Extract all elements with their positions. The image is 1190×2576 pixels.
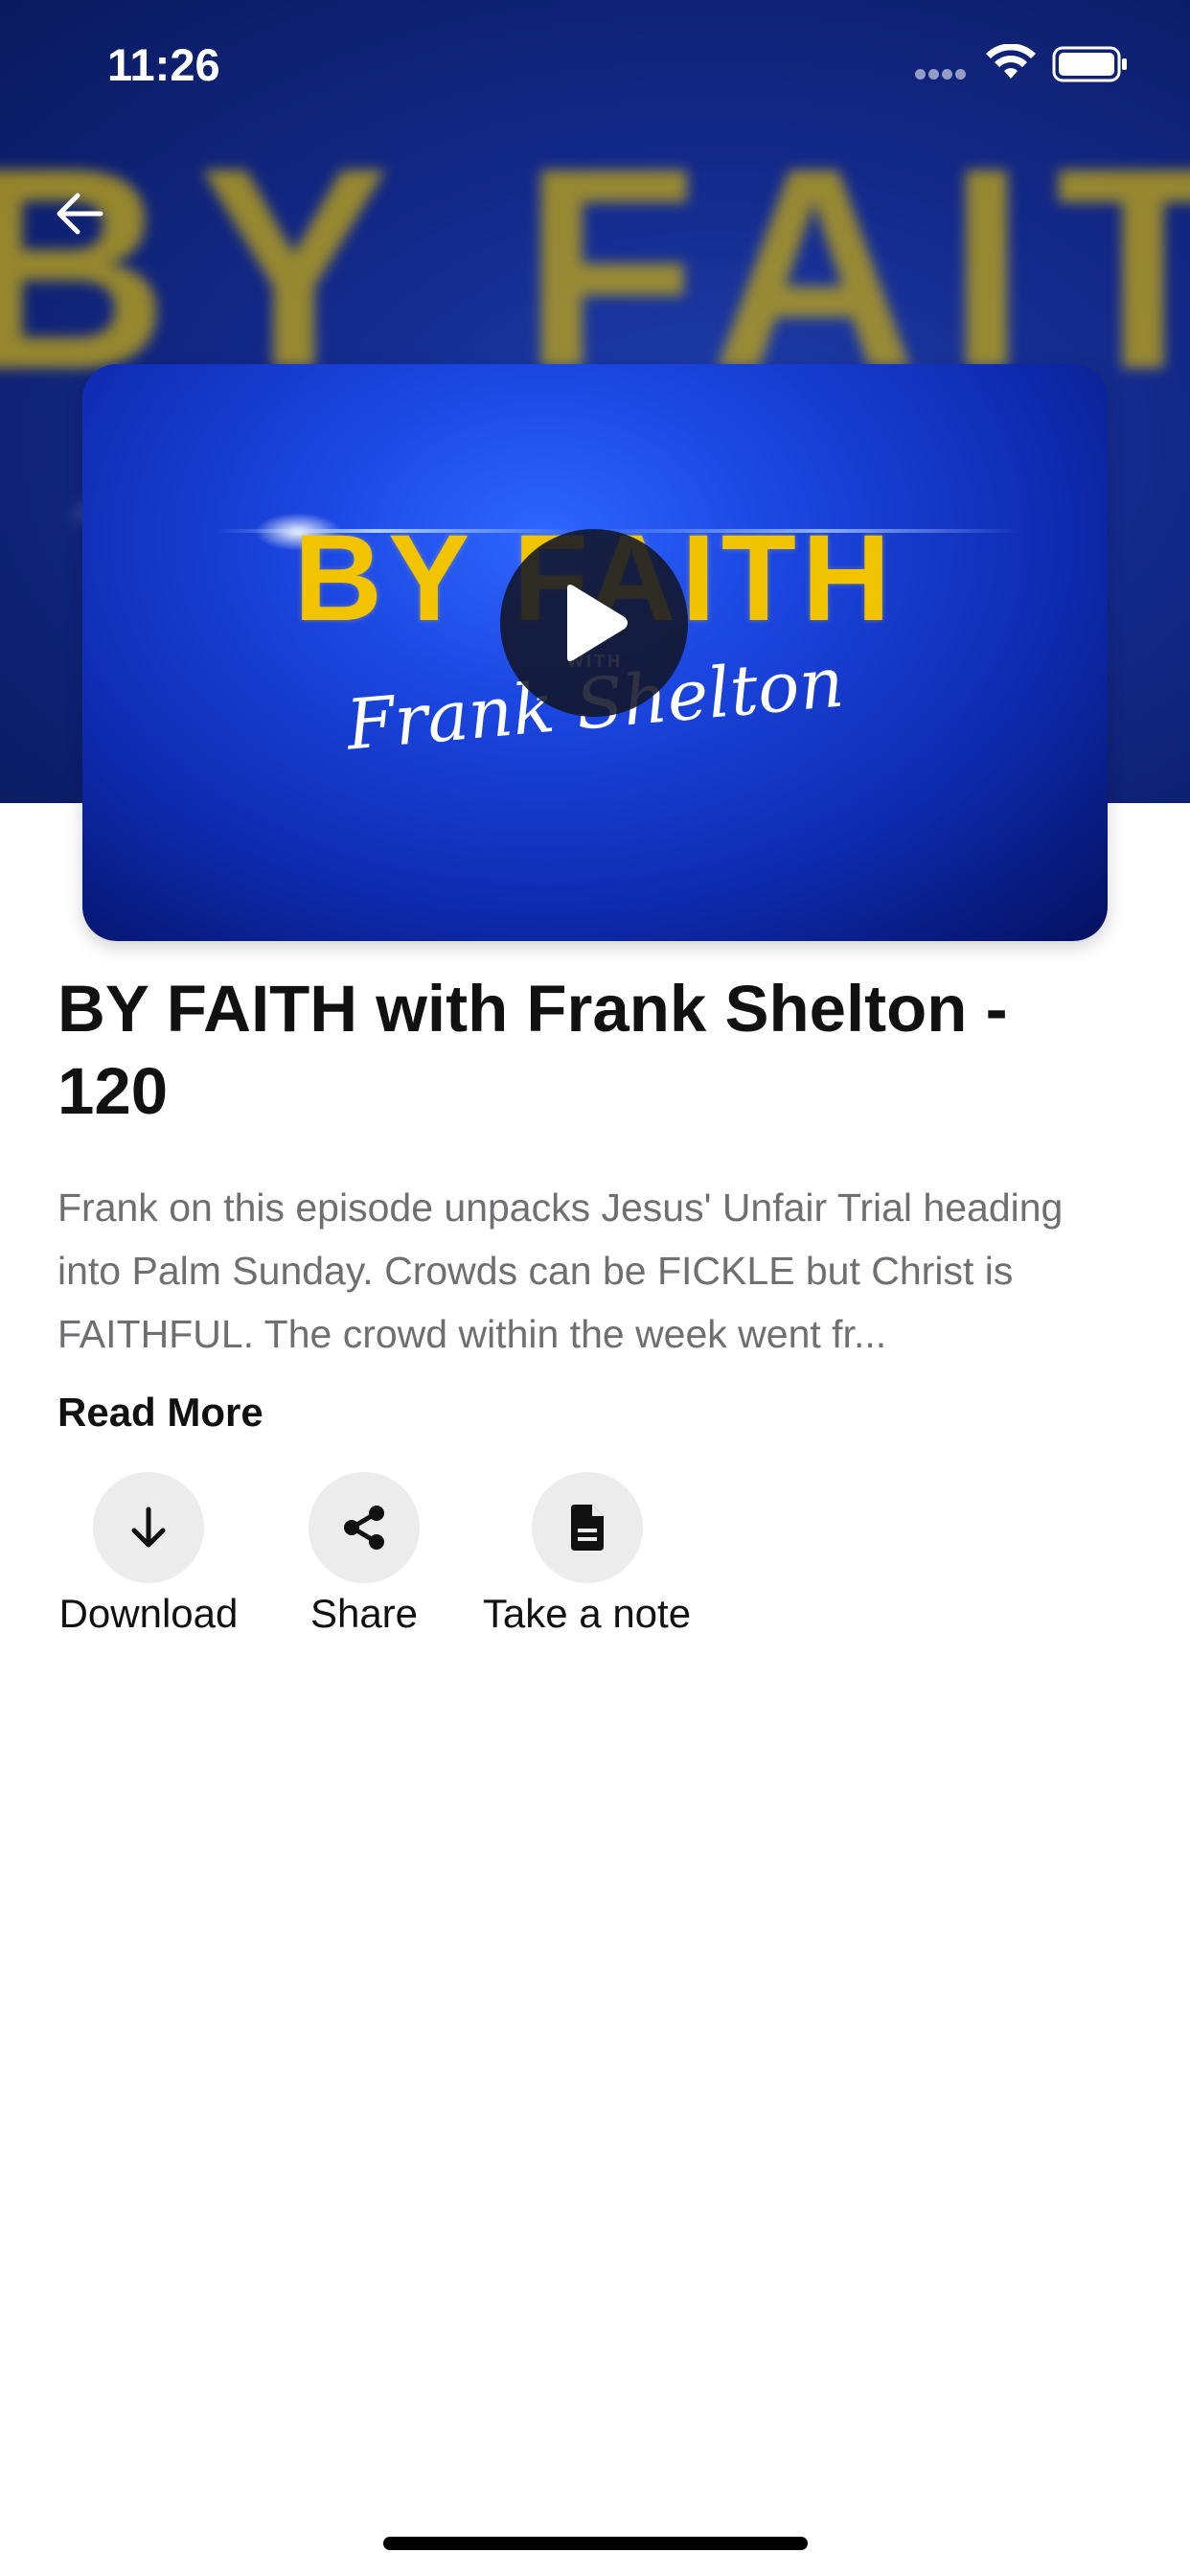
home-indicator[interactable] [383,2537,808,2550]
share-button[interactable]: Share [302,1472,426,1637]
wifi-icon [986,44,1036,79]
share-icon-circle [309,1472,420,1583]
play-icon [567,585,628,661]
back-button[interactable] [38,172,121,255]
episode-detail-screen: BY FAITH ~ ~ ~ 11:26 BY FAITH WITH Frank… [0,0,1190,2576]
episode-thumbnail[interactable]: BY FAITH WITH Frank Shelton [82,364,1108,941]
read-more-link[interactable]: Read More [57,1390,263,1436]
share-label: Share [309,1591,419,1636]
download-icon-circle [93,1472,204,1583]
battery-icon [1052,46,1127,82]
status-time: 11:26 [107,39,220,90]
document-icon [570,1505,604,1551]
episode-description: Frank on this episode unpacks Jesus' Unf… [57,1185,1064,1356]
take-a-note-label: Take a note [482,1591,692,1636]
arrow-down-icon [131,1506,166,1548]
play-button[interactable] [500,529,688,717]
note-icon-circle [531,1472,643,1583]
take-a-note-button[interactable]: Take a note [479,1472,695,1637]
share-icon [344,1506,384,1550]
download-button[interactable]: Download [57,1472,240,1637]
arrow-left-icon [57,193,103,235]
download-label: Download [58,1591,239,1636]
episode-title: BY FAITH with Frank Shelton - 120 [57,972,1008,1128]
cellular-signal-icon [915,67,971,80]
status-bar: 11:26 [0,0,1190,126]
